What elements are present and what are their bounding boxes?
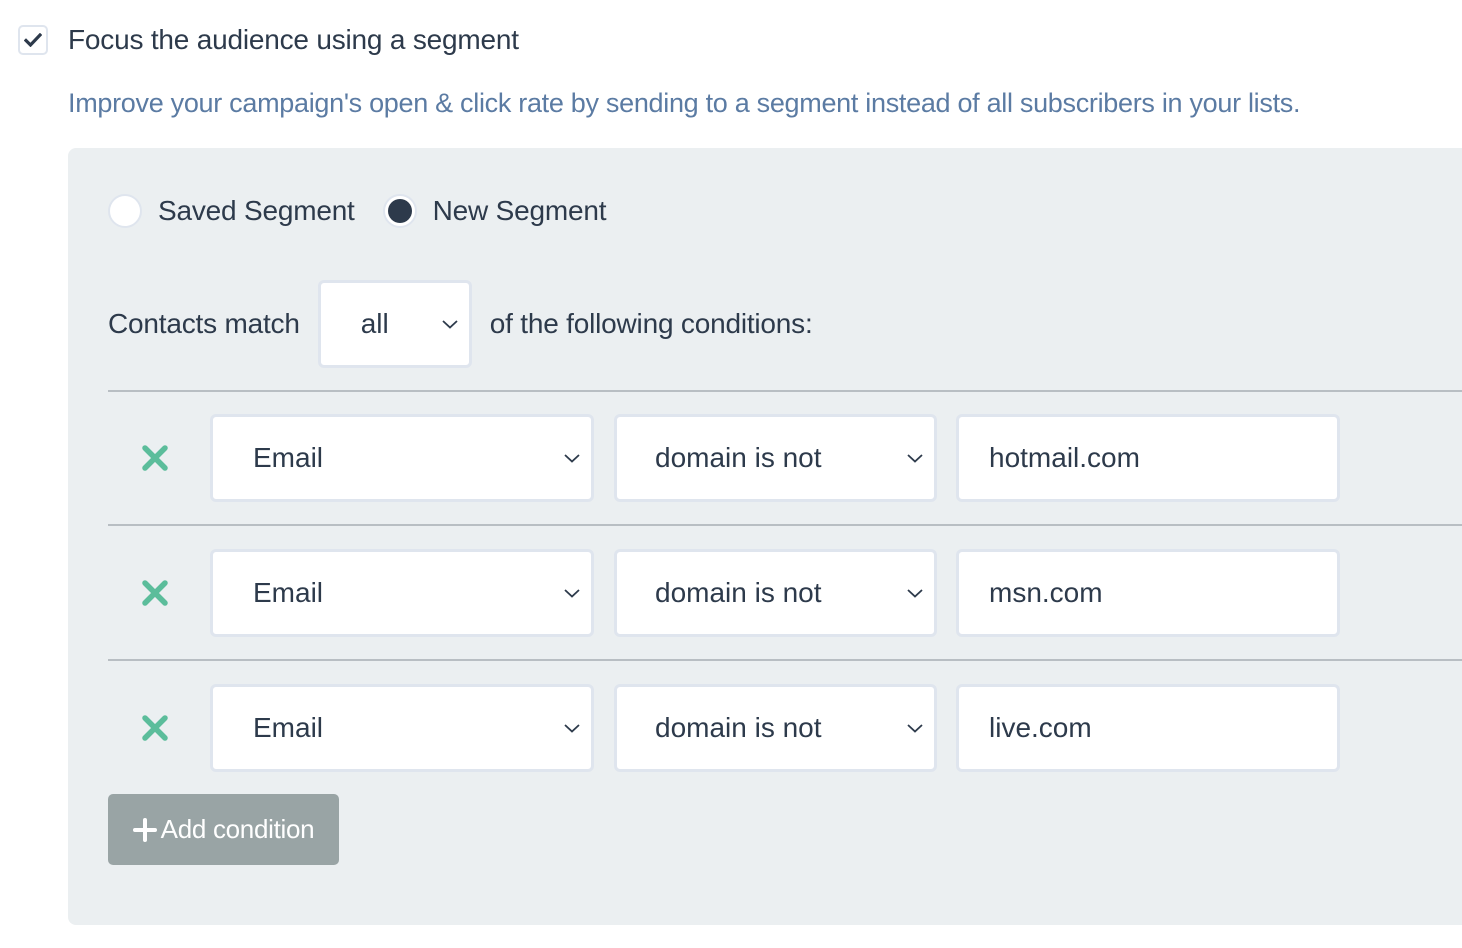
chevron-down-icon: [907, 454, 923, 463]
chevron-down-icon: [564, 724, 580, 733]
radio-selected-dot: [387, 199, 412, 223]
match-suffix: of the following conditions:: [489, 308, 813, 339]
remove-condition-button[interactable]: [138, 441, 172, 475]
segment-panel: Saved Segment New Segment Contacts match…: [68, 148, 1462, 925]
condition-row: Email domain is not: [108, 684, 1340, 772]
condition-operator-value: domain is not: [655, 712, 822, 743]
condition-field-value: Email: [253, 712, 324, 743]
condition-row: Email domain is not: [108, 549, 1340, 637]
plus-icon: [132, 817, 157, 842]
add-condition-label: Add condition: [160, 814, 315, 844]
focus-audience-checkbox[interactable]: [18, 25, 48, 55]
saved-segment-label[interactable]: Saved Segment: [158, 195, 355, 227]
segment-settings: Focus the audience using a segment Impro…: [0, 0, 1462, 948]
condition-operator-select[interactable]: domain is not: [614, 414, 937, 502]
match-type-select[interactable]: all: [317, 280, 472, 368]
saved-segment-radio[interactable]: [108, 194, 142, 228]
match-row: Contacts match all of the following cond…: [108, 280, 813, 368]
condition-divider: [108, 659, 1462, 661]
condition-divider: [108, 524, 1462, 526]
condition-divider: [108, 390, 1462, 392]
condition-value-input[interactable]: [956, 684, 1340, 772]
condition-field-select[interactable]: Email: [210, 414, 594, 502]
condition-field-value: Email: [253, 442, 324, 473]
condition-operator-select[interactable]: domain is not: [614, 549, 937, 637]
condition-field-value: Email: [253, 577, 324, 608]
condition-value-input[interactable]: [956, 549, 1340, 637]
chevron-down-icon: [907, 724, 923, 733]
focus-audience-row: Focus the audience using a segment: [18, 24, 519, 56]
condition-field-select[interactable]: Email: [210, 684, 594, 772]
condition-row: Email domain is not: [108, 414, 1340, 502]
close-icon: [142, 580, 168, 606]
remove-condition-button[interactable]: [138, 711, 172, 745]
segment-type-radio-group: Saved Segment New Segment: [108, 194, 634, 228]
condition-field-select[interactable]: Email: [210, 549, 594, 637]
add-condition-button[interactable]: Add condition: [108, 794, 339, 865]
chevron-down-icon: [442, 320, 458, 329]
chevron-down-icon: [907, 589, 923, 598]
condition-value-input[interactable]: [956, 414, 1340, 502]
close-icon: [142, 715, 168, 741]
condition-operator-select[interactable]: domain is not: [614, 684, 937, 772]
new-segment-radio[interactable]: [382, 194, 417, 228]
segment-hint-text: Improve your campaign's open & click rat…: [68, 88, 1301, 118]
condition-operator-value: domain is not: [655, 577, 822, 608]
chevron-down-icon: [564, 454, 580, 463]
match-type-value: all: [360, 308, 389, 339]
checkmark-icon: [24, 33, 42, 47]
new-segment-label[interactable]: New Segment: [433, 195, 607, 227]
close-icon: [142, 445, 168, 471]
condition-operator-value: domain is not: [655, 442, 822, 473]
match-prefix: Contacts match: [108, 308, 300, 339]
focus-audience-label[interactable]: Focus the audience using a segment: [68, 24, 519, 56]
chevron-down-icon: [564, 589, 580, 598]
remove-condition-button[interactable]: [138, 576, 172, 610]
